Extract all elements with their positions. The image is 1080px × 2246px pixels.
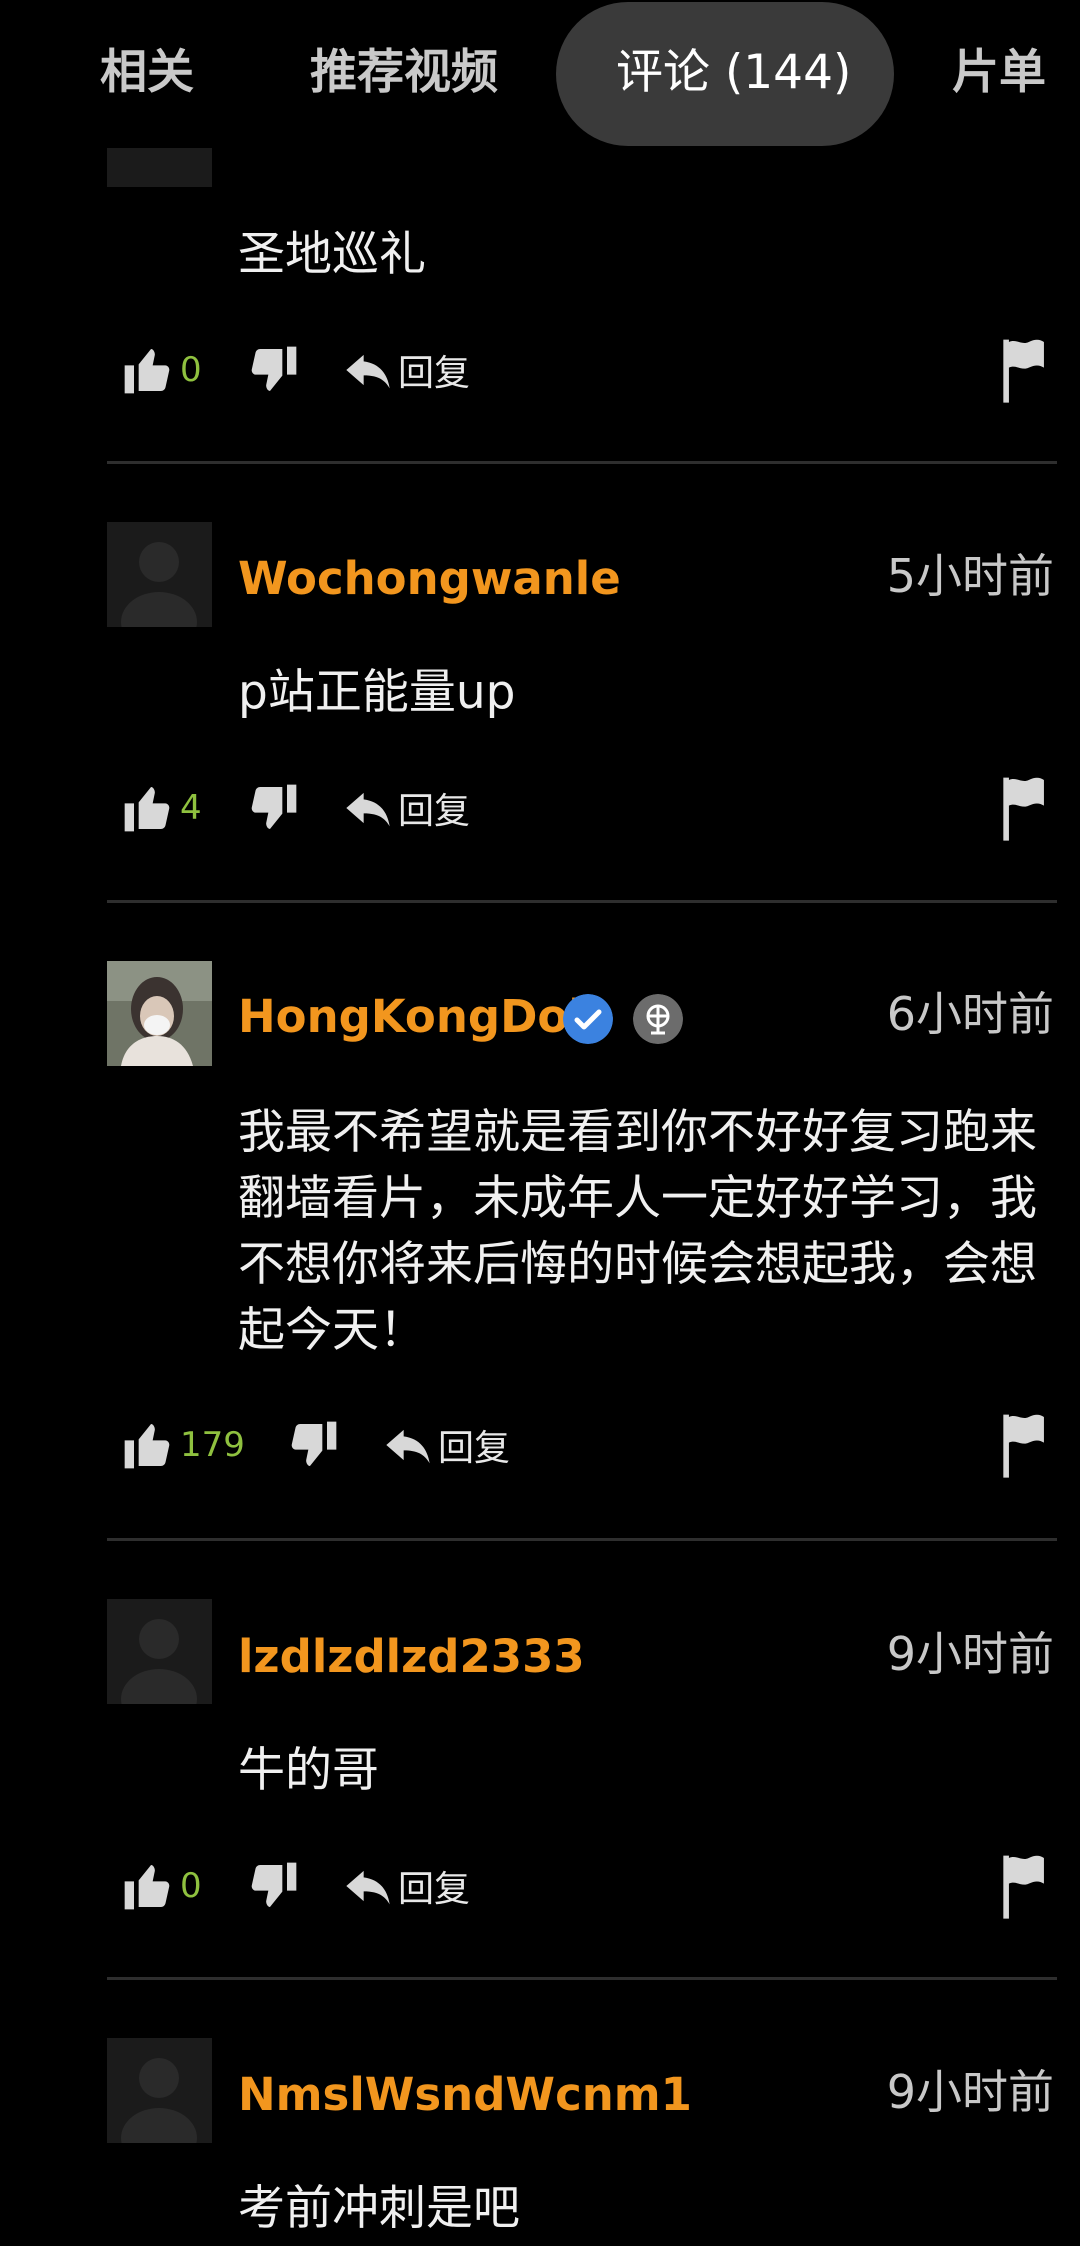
flag-icon — [1003, 1414, 1044, 1478]
flag-icon — [1003, 1855, 1044, 1919]
dislike-button[interactable] — [245, 335, 301, 405]
divider — [107, 461, 1057, 464]
reply-arrow-icon — [346, 792, 390, 827]
thumbs-down-icon — [251, 784, 297, 829]
timestamp: 5小时前 — [886, 549, 1054, 603]
reply-button[interactable]: 回复 — [382, 1410, 510, 1480]
reply-label: 回复 — [398, 1869, 471, 1910]
avatar[interactable] — [107, 1599, 212, 1704]
thumbs-down-icon — [251, 346, 297, 391]
like-button[interactable]: 179 — [120, 1410, 245, 1480]
comment-text: 牛的哥 — [238, 1743, 379, 1798]
comment-actions: 179 回复 — [120, 1410, 1050, 1480]
thumbs-up-icon — [124, 349, 170, 394]
comment-actions: 0 回复 — [120, 1851, 1050, 1921]
flag-icon — [1003, 777, 1044, 841]
report-button[interactable] — [994, 1410, 1050, 1484]
like-button[interactable]: 4 — [120, 773, 202, 843]
username[interactable]: HongKongDoll — [238, 990, 599, 1043]
default-avatar-icon — [107, 1599, 212, 1704]
timestamp: 9小时前 — [886, 1627, 1054, 1681]
globe-badge-icon — [633, 994, 683, 1044]
default-avatar-icon — [107, 2038, 212, 2143]
like-button[interactable]: 0 — [120, 335, 202, 405]
like-count: 4 — [180, 788, 202, 828]
username[interactable]: Wochongwanle — [238, 552, 621, 605]
user-photo-avatar — [107, 961, 212, 1066]
thumbs-up-icon — [124, 787, 170, 832]
avatar[interactable] — [107, 961, 212, 1066]
like-button[interactable]: 0 — [120, 1851, 202, 1921]
avatar[interactable] — [107, 522, 212, 627]
thumbs-down-icon — [251, 1862, 297, 1907]
divider — [107, 1977, 1057, 1980]
thumbs-up-icon — [124, 1865, 170, 1910]
comment-text: 考前冲刺是吧 — [238, 2181, 520, 2236]
reply-label: 回复 — [438, 1428, 511, 1469]
tab-comments[interactable]: 评论 (144) — [616, 40, 851, 106]
timestamp: 9小时前 — [886, 2065, 1054, 2119]
comment-text: p站正能量up — [238, 665, 516, 720]
tab-bar: 相关 推荐视频 评论 (144) 片单 — [0, 0, 1080, 148]
reply-button[interactable]: 回复 — [342, 773, 470, 843]
comment-text: 我最不希望就是看到你不好好复习跑来翻墙看片，未成年人一定好好学习，我不想你将来后… — [238, 1105, 1037, 1358]
dislike-button[interactable] — [245, 773, 301, 843]
report-button[interactable] — [994, 1851, 1050, 1925]
comment-text: 圣地巡礼 — [238, 227, 426, 282]
like-count: 179 — [180, 1425, 245, 1465]
timestamp: 6小时前 — [886, 987, 1054, 1041]
avatar[interactable] — [107, 2038, 212, 2143]
divider — [107, 900, 1057, 903]
reply-arrow-icon — [386, 1429, 430, 1464]
report-button[interactable] — [994, 335, 1050, 409]
like-count: 0 — [180, 350, 202, 390]
tab-playlists[interactable]: 片单 — [952, 40, 1046, 106]
tab-recommended-videos[interactable]: 推荐视频 — [310, 40, 498, 106]
thumbs-down-icon — [291, 1421, 337, 1466]
thumbs-up-icon — [124, 1424, 170, 1469]
dislike-button[interactable] — [245, 1851, 301, 1921]
comment-actions: 0 回复 — [120, 335, 1050, 405]
username[interactable]: lzdlzdlzd2333 — [238, 1630, 585, 1683]
report-button[interactable] — [994, 773, 1050, 847]
reply-button[interactable]: 回复 — [342, 1851, 470, 1921]
verified-badge-icon — [563, 994, 613, 1044]
reply-button[interactable]: 回复 — [342, 335, 470, 405]
reply-arrow-icon — [346, 1870, 390, 1905]
like-count: 0 — [180, 1866, 202, 1906]
reply-arrow-icon — [346, 354, 390, 389]
tab-related[interactable]: 相关 — [100, 40, 194, 106]
reply-label: 回复 — [398, 353, 471, 394]
dislike-button[interactable] — [285, 1410, 341, 1480]
flag-icon — [1003, 339, 1044, 403]
reply-label: 回复 — [398, 791, 471, 832]
username[interactable]: NmslWsndWcnm1 — [238, 2068, 692, 2121]
comment-actions: 4 回复 — [120, 773, 1050, 843]
divider — [107, 1538, 1057, 1541]
default-avatar-icon — [107, 522, 212, 627]
